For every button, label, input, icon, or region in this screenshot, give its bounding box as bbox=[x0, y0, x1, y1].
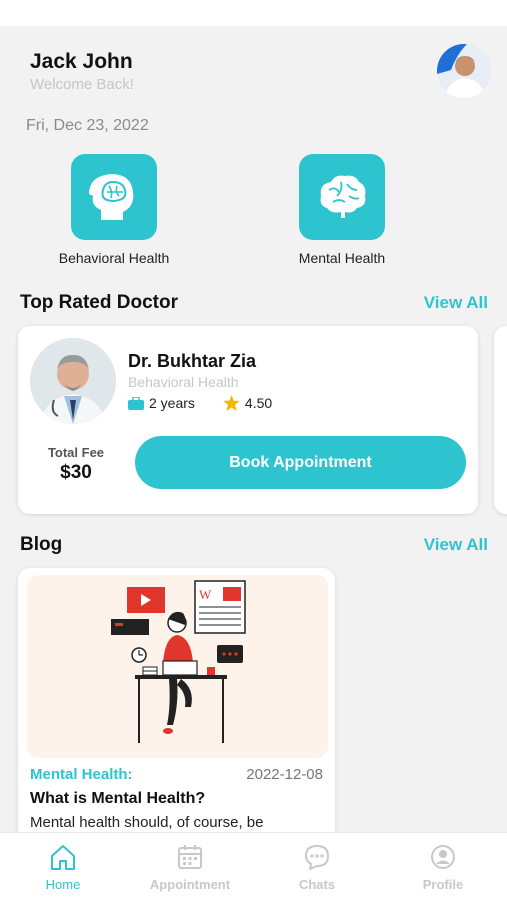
tab-label: Appointment bbox=[149, 877, 231, 892]
doctor-meta: 2 years 4.50 bbox=[128, 395, 272, 411]
total-fee-label: Total Fee bbox=[47, 445, 105, 460]
doctor-card[interactable]: Dr. Bukhtar Zia Behavioral Health 2 year… bbox=[18, 326, 478, 514]
book-appointment-button[interactable]: Book Appointment bbox=[135, 436, 466, 489]
chat-icon bbox=[262, 843, 372, 871]
blog-category: Mental Health: bbox=[30, 766, 133, 783]
blog-illustration: W bbox=[27, 575, 328, 758]
total-fee-value: $30 bbox=[60, 462, 92, 483]
brain-icon bbox=[299, 154, 385, 240]
tab-appointment[interactable]: Appointment bbox=[135, 843, 245, 892]
tab-home[interactable]: Home bbox=[8, 843, 118, 892]
svg-text:W: W bbox=[199, 587, 212, 602]
category-label: Behavioral Health bbox=[58, 250, 170, 266]
blog-view-all-link[interactable]: View All bbox=[424, 535, 488, 555]
welcome-text: Welcome Back! bbox=[30, 76, 134, 93]
blog-title: Blog bbox=[20, 534, 63, 555]
head-brain-icon bbox=[71, 154, 157, 240]
blog-post-title: What is Mental Health? bbox=[30, 790, 206, 807]
tab-profile[interactable]: Profile bbox=[388, 843, 498, 892]
tab-label: Home bbox=[45, 877, 81, 892]
experience-value: 2 years bbox=[149, 395, 195, 411]
top-rated-title: Top Rated Doctor bbox=[20, 292, 178, 313]
tab-chats[interactable]: Chats bbox=[262, 843, 372, 892]
bottom-tab-bar: Home Appointment Chats Profile bbox=[0, 832, 507, 900]
star-icon bbox=[223, 395, 240, 411]
user-name: Jack John bbox=[30, 50, 133, 73]
doctor-specialty: Behavioral Health bbox=[128, 374, 239, 390]
doctor-name: Dr. Bukhtar Zia bbox=[128, 351, 257, 371]
home-screen: Jack John Welcome Back! Fri, Dec 23, 202… bbox=[0, 26, 507, 900]
next-doctor-card[interactable] bbox=[494, 326, 507, 514]
rating-value: 4.50 bbox=[244, 395, 273, 411]
user-avatar[interactable] bbox=[437, 44, 491, 98]
home-icon bbox=[8, 843, 118, 871]
profile-icon bbox=[388, 843, 498, 871]
current-date: Fri, Dec 23, 2022 bbox=[26, 117, 149, 134]
blog-excerpt: Mental health should, of course, be bbox=[30, 814, 264, 831]
rating: 4.50 bbox=[223, 395, 272, 411]
blog-date: 2022-12-08 bbox=[246, 766, 323, 783]
top-rated-view-all-link[interactable]: View All bbox=[424, 293, 488, 313]
category-label: Mental Health bbox=[298, 250, 386, 266]
category-mental-health[interactable]: Mental Health bbox=[262, 154, 422, 266]
category-behavioral-health[interactable]: Behavioral Health bbox=[34, 154, 194, 266]
calendar-icon bbox=[135, 843, 245, 871]
briefcase-icon bbox=[128, 396, 144, 410]
doctor-photo bbox=[30, 338, 116, 424]
tab-label: Chats bbox=[298, 877, 336, 892]
experience: 2 years bbox=[128, 395, 195, 411]
tab-label: Profile bbox=[422, 877, 464, 892]
